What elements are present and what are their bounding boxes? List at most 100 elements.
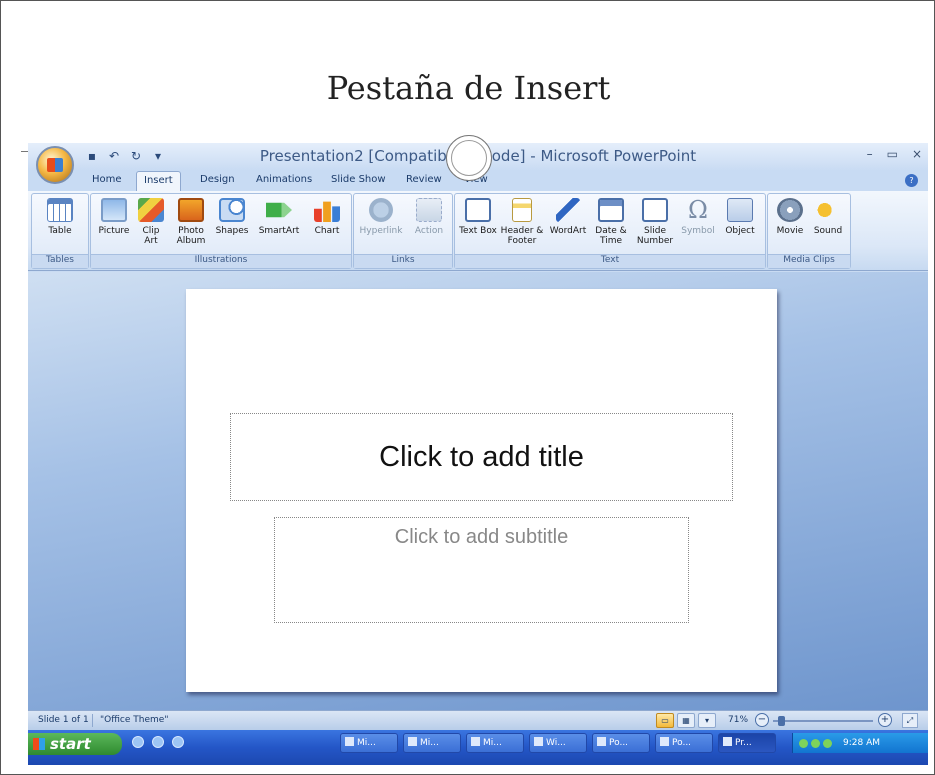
app-icon bbox=[534, 737, 543, 746]
powerpoint-icon bbox=[660, 737, 669, 746]
quick-launch-icon[interactable] bbox=[172, 736, 184, 748]
group-label-media-clips: Media Clips bbox=[768, 254, 850, 268]
group-label-illustrations: Illustrations bbox=[91, 254, 351, 268]
app-icon bbox=[408, 737, 417, 746]
tab-insert[interactable]: Insert bbox=[136, 171, 181, 192]
task-button[interactable]: Po... bbox=[655, 733, 713, 753]
object-button[interactable]: Object bbox=[719, 198, 761, 236]
symbol-icon: Ω bbox=[688, 196, 708, 224]
smartart-button[interactable]: SmartArt bbox=[253, 198, 305, 236]
photo-album-icon bbox=[178, 198, 204, 222]
zoom-level[interactable]: 71% bbox=[728, 715, 748, 725]
date-time-icon bbox=[598, 198, 624, 222]
hyperlink-icon bbox=[369, 198, 393, 222]
ribbon: Table Tables Picture Clip Art Photo Albu… bbox=[28, 191, 928, 271]
group-media-clips: Movie Sound Media Clips bbox=[767, 193, 851, 269]
office-button[interactable] bbox=[36, 146, 74, 184]
heading-ornament-inner bbox=[451, 140, 487, 176]
movie-button[interactable]: Movie bbox=[772, 198, 808, 236]
clip-art-button[interactable]: Clip Art bbox=[135, 198, 167, 246]
group-tables: Table Tables bbox=[31, 193, 89, 269]
chart-icon bbox=[314, 201, 340, 222]
quick-launch bbox=[132, 736, 184, 748]
group-label-links: Links bbox=[354, 254, 452, 268]
picture-icon bbox=[101, 198, 127, 222]
task-button[interactable]: Mi... bbox=[466, 733, 524, 753]
shapes-button[interactable]: Shapes bbox=[213, 198, 251, 236]
group-label-text: Text bbox=[455, 254, 765, 268]
slide-frame: Pestaña de Insert ▪ ↶ ↻ ▾ Presentation2 … bbox=[0, 0, 935, 775]
hyperlink-button[interactable]: Hyperlink bbox=[356, 198, 406, 236]
slide-sorter-icon[interactable]: ▦ bbox=[677, 713, 695, 728]
status-divider bbox=[92, 714, 93, 727]
tab-home[interactable]: Home bbox=[92, 174, 122, 185]
shapes-icon bbox=[219, 198, 245, 222]
task-button[interactable]: Mi... bbox=[403, 733, 461, 753]
header-footer-button[interactable]: Header & Footer bbox=[499, 198, 545, 246]
folder-icon bbox=[597, 737, 606, 746]
group-text: Text Box Header & Footer WordArt Date & … bbox=[454, 193, 766, 269]
app-icon bbox=[471, 737, 480, 746]
tab-slide-show[interactable]: Slide Show bbox=[331, 174, 386, 185]
sound-icon bbox=[817, 198, 839, 222]
tab-review[interactable]: Review bbox=[406, 174, 442, 185]
text-box-icon bbox=[465, 198, 491, 222]
start-button[interactable]: start bbox=[28, 733, 122, 755]
slide-workspace: Click to add title Click to add subtitle bbox=[28, 272, 928, 710]
symbol-button[interactable]: Ω Symbol bbox=[679, 198, 717, 236]
slide-number-button[interactable]: Slide Number bbox=[633, 198, 677, 246]
clip-art-icon bbox=[138, 198, 164, 222]
view-buttons: ▭ ▦ ▾ bbox=[656, 713, 716, 728]
tab-design[interactable]: Design bbox=[200, 174, 235, 185]
zoom-out-icon[interactable]: − bbox=[755, 713, 769, 727]
task-button[interactable]: Po... bbox=[592, 733, 650, 753]
clock: 9:28 AM bbox=[843, 738, 880, 748]
text-box-button[interactable]: Text Box bbox=[459, 198, 497, 236]
tab-animations[interactable]: Animations bbox=[256, 174, 312, 185]
wordart-icon bbox=[556, 198, 580, 222]
windows-taskbar: start Mi... Mi... Mi... Wi... Po... Po..… bbox=[28, 730, 928, 765]
task-button-active[interactable]: Pr... bbox=[718, 733, 776, 753]
tray-icon[interactable] bbox=[823, 738, 832, 748]
date-time-button[interactable]: Date & Time bbox=[591, 198, 631, 246]
maximize-button[interactable]: ▭ bbox=[887, 147, 898, 161]
title-placeholder[interactable]: Click to add title bbox=[230, 413, 733, 501]
task-button[interactable]: Wi... bbox=[529, 733, 587, 753]
action-button[interactable]: Action bbox=[408, 198, 450, 236]
group-illustrations: Picture Clip Art Photo Album Shapes Smar… bbox=[90, 193, 352, 269]
quick-launch-icon[interactable] bbox=[132, 736, 144, 748]
minimize-button[interactable]: – bbox=[867, 147, 873, 161]
slide-canvas[interactable]: Click to add title Click to add subtitle bbox=[186, 289, 777, 692]
taskbar-tasks: Mi... Mi... Mi... Wi... Po... Po... Pr..… bbox=[340, 733, 776, 753]
tray-icon[interactable] bbox=[811, 738, 820, 748]
status-bar: Slide 1 of 1 "Office Theme" ▭ ▦ ▾ 71% − … bbox=[28, 710, 928, 730]
group-links: Hyperlink Action Links bbox=[353, 193, 453, 269]
zoom-slider-thumb[interactable] bbox=[777, 716, 785, 726]
chart-button[interactable]: Chart bbox=[307, 198, 347, 236]
system-tray: 9:28 AM bbox=[792, 733, 928, 753]
picture-button[interactable]: Picture bbox=[95, 198, 133, 236]
sound-button[interactable]: Sound bbox=[810, 198, 846, 236]
subtitle-placeholder[interactable]: Click to add subtitle bbox=[274, 517, 689, 623]
photo-album-button[interactable]: Photo Album bbox=[171, 198, 211, 246]
slide-indicator: Slide 1 of 1 bbox=[38, 715, 89, 725]
slide-show-icon[interactable]: ▾ bbox=[698, 713, 716, 728]
normal-view-icon[interactable]: ▭ bbox=[656, 713, 674, 728]
help-icon[interactable]: ? bbox=[905, 174, 918, 187]
tray-icon[interactable] bbox=[799, 738, 808, 748]
theme-name: "Office Theme" bbox=[100, 715, 169, 725]
close-button[interactable]: × bbox=[912, 147, 922, 161]
windows-flag-icon bbox=[33, 738, 45, 750]
office-logo-icon bbox=[47, 158, 63, 172]
app-icon bbox=[345, 737, 354, 746]
fit-to-window-icon[interactable]: ⤢ bbox=[902, 713, 918, 728]
window-controls: – ▭ × bbox=[867, 147, 922, 161]
slide-number-icon bbox=[642, 198, 668, 222]
table-button[interactable]: Table bbox=[38, 198, 82, 236]
task-button[interactable]: Mi... bbox=[340, 733, 398, 753]
zoom-in-icon[interactable]: + bbox=[878, 713, 892, 727]
zoom-slider[interactable] bbox=[773, 716, 873, 726]
smartart-icon bbox=[266, 202, 292, 218]
wordart-button[interactable]: WordArt bbox=[547, 198, 589, 236]
quick-launch-icon[interactable] bbox=[152, 736, 164, 748]
